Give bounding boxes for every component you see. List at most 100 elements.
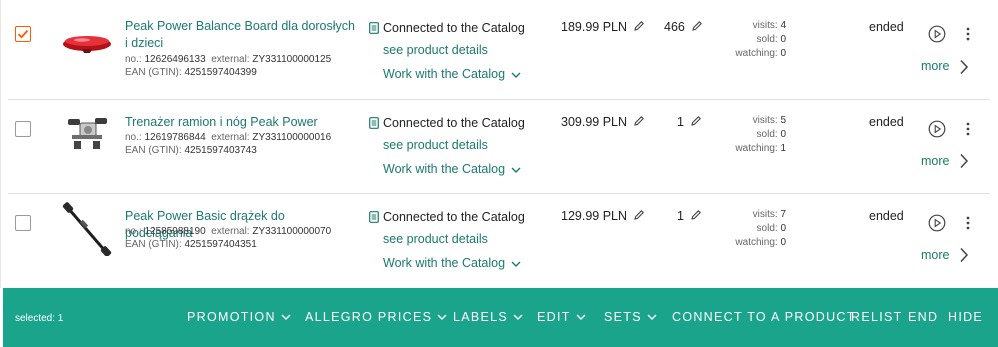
chevron-right-icon[interactable]: [959, 59, 969, 75]
chevron-down-icon: [513, 314, 523, 320]
status-badge: ended: [869, 209, 904, 223]
end-button[interactable]: END: [908, 310, 938, 324]
chevron-down-icon: [511, 167, 521, 173]
ean-value: 4251597404351: [184, 239, 257, 250]
sold-value: 0: [780, 34, 786, 45]
document-icon: [369, 117, 379, 129]
allegro-prices-button[interactable]: ALLEGRO PRICES: [305, 310, 447, 324]
sold-value: 0: [780, 223, 786, 234]
product-details-link[interactable]: see product details: [383, 232, 488, 246]
offer-title[interactable]: Peak Power Balance Board dla dorosłych i…: [125, 18, 355, 52]
chevron-down-icon: [647, 314, 657, 320]
watching-value: 1: [780, 143, 786, 154]
work-with-catalog-label: Work with the Catalog: [383, 67, 506, 81]
offer-title[interactable]: Trenażer ramion i nóg Peak Power: [125, 114, 355, 131]
allegro-prices-label: ALLEGRO PRICES: [305, 310, 433, 324]
external-label: external:: [211, 226, 250, 237]
document-icon: [369, 211, 379, 223]
product-details-link[interactable]: see product details: [383, 138, 488, 152]
row-checkbox[interactable]: [15, 26, 31, 42]
chevron-right-icon[interactable]: [959, 153, 969, 169]
ean-label: EAN (GTIN):: [125, 67, 182, 78]
quantity-field: 1: [677, 115, 702, 129]
price-field: 309.99 PLN: [561, 115, 645, 129]
offer-number: 12619786844: [144, 132, 206, 143]
table-row: Peak Power Balance Board dla dorosłych i…: [0, 0, 998, 94]
status-badge: ended: [869, 115, 904, 129]
kebab-icon[interactable]: [966, 216, 970, 230]
status-badge: ended: [869, 20, 904, 34]
sold-label: sold:: [756, 129, 778, 140]
more-link[interactable]: more: [921, 154, 949, 168]
external-id: ZY331100000070: [252, 226, 332, 237]
play-icon[interactable]: [928, 25, 946, 43]
more-link[interactable]: more: [921, 248, 949, 262]
row-checkbox[interactable]: [15, 215, 31, 231]
offer-ids: no.: 12585988190 external: ZY33110000007…: [125, 225, 331, 251]
relist-button[interactable]: RELIST: [851, 310, 903, 324]
table-row: Peak Power Basic drążek do podciągania n…: [0, 194, 998, 288]
pencil-icon[interactable]: [633, 209, 645, 221]
row-checkbox[interactable]: [15, 121, 31, 137]
sold-label: sold:: [756, 34, 778, 45]
bulk-action-bar: selected: 1 PROMOTION ALLEGRO PRICES LAB…: [3, 288, 998, 347]
checkmark-icon: [17, 30, 29, 39]
product-image[interactable]: [60, 16, 114, 70]
chevron-down-icon: [511, 261, 521, 267]
kebab-icon[interactable]: [966, 122, 970, 136]
price-value: 189.99 PLN: [561, 20, 628, 34]
play-icon[interactable]: [928, 214, 946, 232]
work-with-catalog-link[interactable]: Work with the Catalog: [383, 162, 521, 176]
hide-button[interactable]: HIDE: [948, 310, 983, 324]
watching-label: watching:: [735, 48, 778, 59]
no-label: no.:: [125, 226, 142, 237]
pencil-icon[interactable]: [633, 20, 645, 32]
price-field: 129.99 PLN: [561, 209, 645, 223]
document-icon: [369, 22, 379, 34]
selected-count: selected: 1: [15, 313, 64, 324]
kebab-icon[interactable]: [966, 27, 970, 41]
sold-value: 0: [780, 129, 786, 140]
chevron-right-icon[interactable]: [959, 247, 969, 263]
no-label: no.:: [125, 132, 142, 143]
table-row: Trenażer ramion i nóg Peak Power no.: 12…: [0, 100, 998, 194]
external-label: external:: [211, 132, 250, 143]
labels-button[interactable]: LABELS: [453, 310, 523, 324]
pencil-icon[interactable]: [633, 115, 645, 127]
watching-value: 0: [780, 48, 786, 59]
catalog-status: Connected to the Catalog: [369, 116, 525, 130]
quantity-value: 466: [664, 20, 685, 34]
connect-to-product-button[interactable]: CONNECT TO A PRODUCT: [672, 310, 856, 324]
product-image[interactable]: [60, 202, 114, 256]
ean-label: EAN (GTIN):: [125, 145, 182, 156]
external-id: ZY331100000125: [252, 54, 332, 65]
promotion-button[interactable]: PROMOTION: [187, 310, 291, 324]
ean-value: 4251597403743: [184, 145, 257, 156]
sold-label: sold:: [756, 223, 778, 234]
offer-ids: no.: 12626496133 external: ZY33110000012…: [125, 53, 331, 79]
visits-value: 7: [780, 209, 786, 220]
visits-label: visits:: [752, 209, 778, 220]
chevron-down-icon: [511, 72, 521, 78]
offer-number: 12585988190: [144, 226, 206, 237]
work-with-catalog-link[interactable]: Work with the Catalog: [383, 256, 521, 270]
more-link[interactable]: more: [921, 59, 949, 73]
edit-label: EDIT: [537, 310, 571, 324]
offer-number: 12626496133: [144, 54, 206, 65]
edit-button[interactable]: EDIT: [537, 310, 586, 324]
no-label: no.:: [125, 54, 142, 65]
visits-label: visits:: [752, 115, 778, 126]
product-image[interactable]: [60, 106, 114, 160]
visits-value: 5: [780, 115, 786, 126]
sets-label: SETS: [604, 310, 642, 324]
work-with-catalog-label: Work with the Catalog: [383, 256, 506, 270]
offer-stats: visits: 5 sold: 0 watching: 1: [700, 114, 786, 156]
catalog-status: Connected to the Catalog: [369, 21, 525, 35]
offer-stats: visits: 7 sold: 0 watching: 0: [700, 208, 786, 250]
quantity-value: 1: [677, 115, 684, 129]
external-id: ZY331100000016: [252, 132, 332, 143]
sets-button[interactable]: SETS: [604, 310, 657, 324]
play-icon[interactable]: [928, 120, 946, 138]
product-details-link[interactable]: see product details: [383, 43, 488, 57]
work-with-catalog-link[interactable]: Work with the Catalog: [383, 67, 521, 81]
